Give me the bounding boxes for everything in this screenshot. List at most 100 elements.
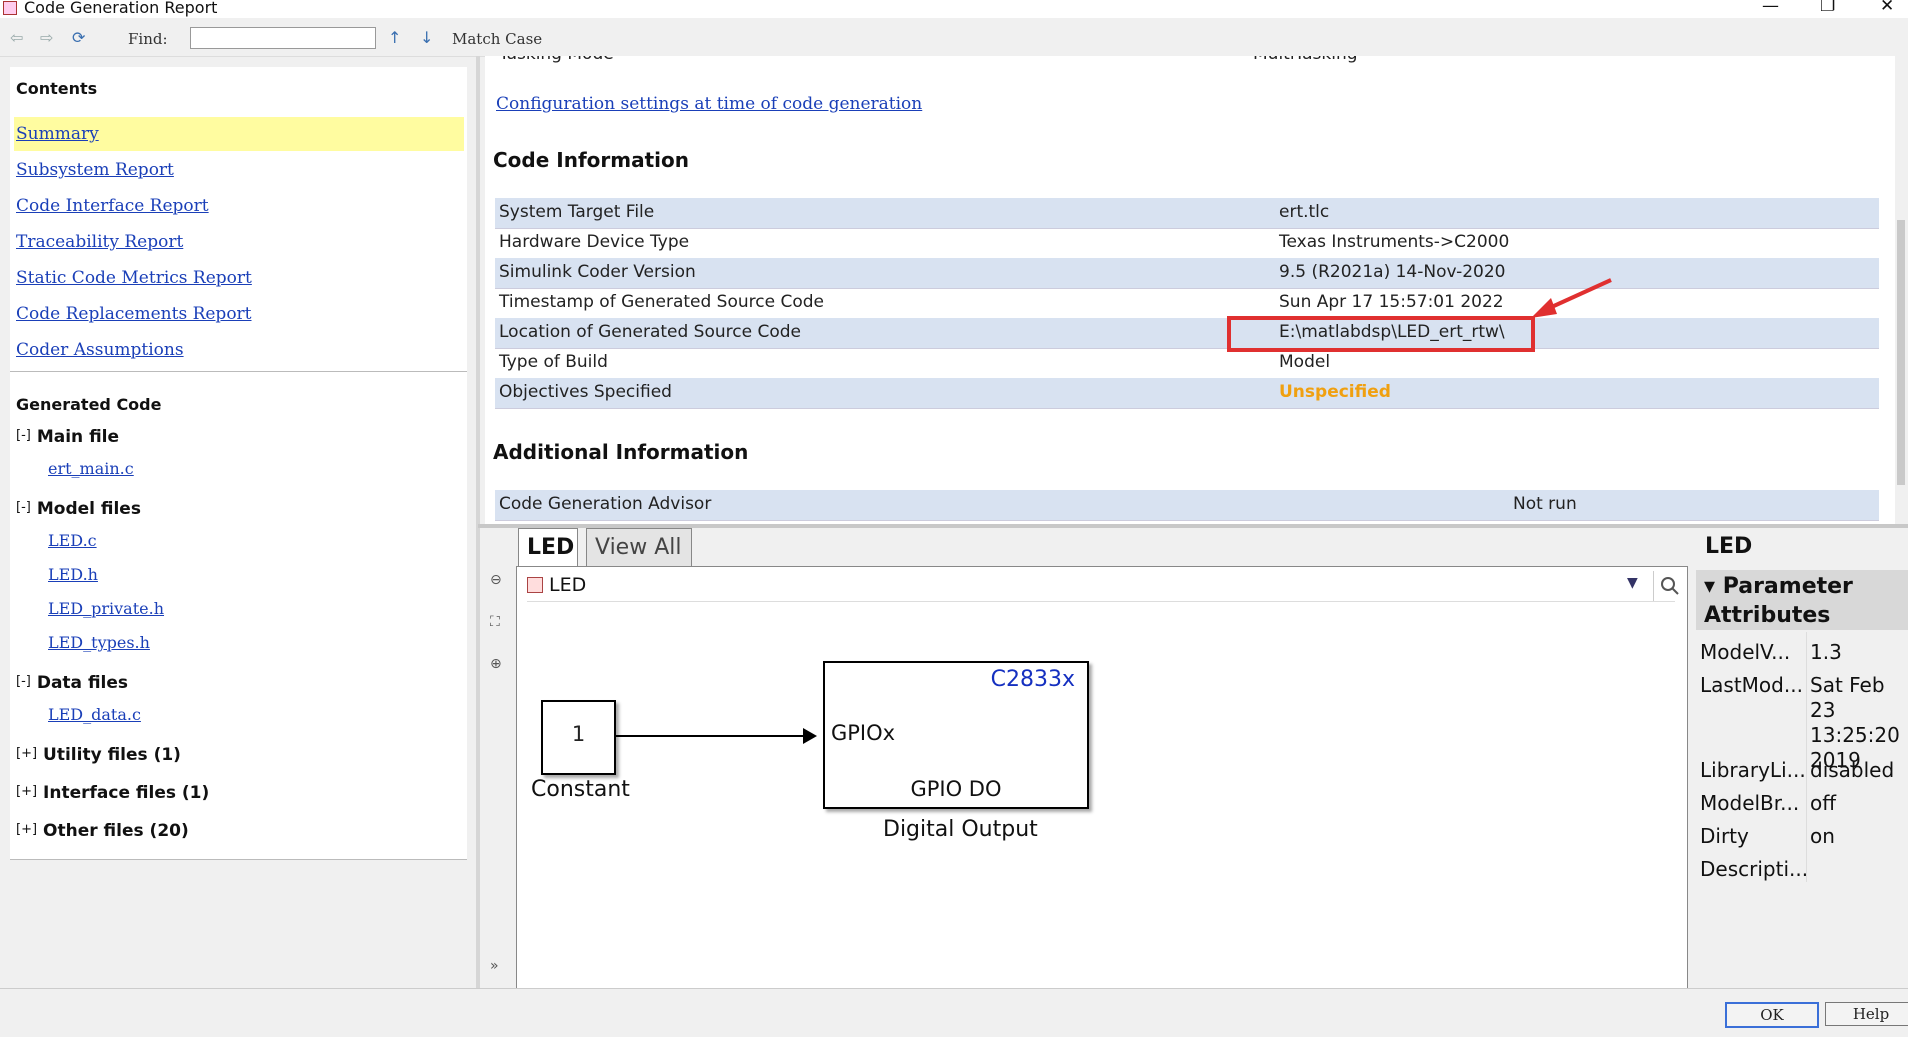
table-row: Simulink Coder Version 9.5 (R2021a) 14-No… bbox=[495, 258, 1879, 289]
utility-files-group[interactable]: [+] Utility files (1) bbox=[16, 745, 181, 765]
file-led-private-h[interactable]: LED_private.h bbox=[48, 599, 164, 618]
inspector-title: LED bbox=[1705, 534, 1753, 559]
nav-coder-assumptions[interactable]: Coder Assumptions bbox=[16, 340, 184, 360]
nav-code-replacements-report[interactable]: Code Replacements Report bbox=[16, 304, 252, 324]
annotation-arrow-icon bbox=[1531, 278, 1612, 318]
collapse-toggle[interactable]: [-] bbox=[16, 500, 31, 515]
row-value: Texas Instruments->C2000 bbox=[1279, 232, 1510, 252]
window-title: Code Generation Report bbox=[24, 0, 218, 17]
maximize-button[interactable]: ❐ bbox=[1820, 0, 1835, 16]
file-led-h[interactable]: LED.h bbox=[48, 565, 98, 584]
tab-view-all[interactable]: View All bbox=[586, 528, 692, 566]
collapse-icon[interactable]: ⊖ bbox=[490, 572, 502, 588]
button-bar bbox=[0, 988, 1908, 1037]
find-next-icon[interactable]: ↓ bbox=[420, 28, 433, 47]
expand-toggle[interactable]: [+] bbox=[16, 746, 37, 761]
section-label: ▾ Parameter Attributes bbox=[1704, 574, 1853, 628]
search-button[interactable] bbox=[1653, 571, 1686, 601]
constant-value: 1 bbox=[571, 722, 586, 746]
find-input[interactable] bbox=[190, 27, 376, 49]
close-button[interactable]: ✕ bbox=[1880, 0, 1894, 16]
nav-summary[interactable]: Summary bbox=[16, 124, 99, 144]
property-value[interactable]: on bbox=[1810, 824, 1835, 849]
zoom-in-icon[interactable]: ⊕ bbox=[490, 656, 502, 672]
row-value: Sun Apr 17 15:57:01 2022 bbox=[1279, 292, 1504, 312]
expand-panel-icon[interactable]: » bbox=[490, 958, 499, 974]
nav-code-interface-report[interactable]: Code Interface Report bbox=[16, 196, 209, 216]
file-led-types-h[interactable]: LED_types.h bbox=[48, 633, 150, 652]
partial-row-key: Tasking Mode bbox=[499, 56, 614, 64]
find-label: Find: bbox=[128, 30, 168, 48]
row-key: System Target File bbox=[499, 202, 655, 222]
code-information-title: Code Information bbox=[493, 148, 689, 172]
row-key: Simulink Coder Version bbox=[499, 262, 696, 282]
main-file-group[interactable]: [-] Main file bbox=[16, 427, 119, 447]
interface-files-group[interactable]: [+] Interface files (1) bbox=[16, 783, 209, 803]
property-key: ModelV... bbox=[1700, 640, 1791, 664]
property-key: Dirty bbox=[1700, 824, 1749, 848]
minimize-button[interactable]: — bbox=[1762, 0, 1779, 16]
expand-toggle[interactable]: [+] bbox=[16, 822, 37, 837]
digital-output-block[interactable]: C2833x GPIOx GPIO DO bbox=[823, 661, 1089, 809]
row-key: Code Generation Advisor bbox=[499, 494, 712, 514]
help-button[interactable]: Help bbox=[1825, 1002, 1908, 1026]
left-pane: Contents Summary Subsystem Report Code I… bbox=[10, 67, 467, 860]
target-tag: C2833x bbox=[990, 667, 1075, 692]
expand-toggle[interactable]: [+] bbox=[16, 784, 37, 799]
property-value[interactable]: disabled bbox=[1810, 758, 1894, 783]
constant-block-name[interactable]: Constant bbox=[531, 777, 630, 802]
group-label: Interface files (1) bbox=[43, 783, 210, 803]
report-pane: Tasking Mode MultiTasking Configuration … bbox=[485, 56, 1895, 524]
model-icon bbox=[527, 577, 543, 593]
model-address-bar[interactable]: LED ▼ bbox=[527, 571, 1679, 602]
file-ert-main-c[interactable]: ert_main.c bbox=[48, 459, 134, 478]
row-value: Not run bbox=[1513, 494, 1577, 514]
refresh-icon[interactable]: ⟳ bbox=[72, 28, 85, 47]
property-key: LastMod... bbox=[1700, 673, 1803, 697]
configuration-settings-link[interactable]: Configuration settings at time of code g… bbox=[496, 94, 922, 114]
file-led-data-c[interactable]: LED_data.c bbox=[48, 705, 141, 724]
horizontal-splitter[interactable] bbox=[478, 524, 1908, 528]
table-row: Objectives Specified Unspecified bbox=[495, 378, 1879, 409]
report-scrollbar-thumb[interactable] bbox=[1897, 220, 1905, 485]
group-label: Other files (20) bbox=[43, 821, 189, 841]
constant-block[interactable]: 1 bbox=[541, 700, 616, 775]
property-value[interactable]: 1.3 bbox=[1810, 640, 1842, 665]
collapse-toggle[interactable]: [-] bbox=[16, 674, 31, 689]
property-key: ModelBr... bbox=[1700, 791, 1800, 815]
tab-led[interactable]: LED bbox=[518, 528, 578, 566]
group-label: Model files bbox=[36, 499, 141, 519]
match-case-option[interactable]: Match Case bbox=[452, 30, 542, 48]
collapse-toggle[interactable]: [-] bbox=[16, 428, 31, 443]
chevron-down-icon[interactable]: ▼ bbox=[1627, 575, 1638, 591]
row-key: Objectives Specified bbox=[499, 382, 672, 402]
nav-static-code-metrics-report[interactable]: Static Code Metrics Report bbox=[16, 268, 252, 288]
property-value[interactable]: off bbox=[1810, 791, 1836, 816]
nav-traceability-report[interactable]: Traceability Report bbox=[16, 232, 183, 252]
row-key: Timestamp of Generated Source Code bbox=[499, 292, 824, 312]
table-row: System Target File ert.tlc bbox=[495, 198, 1879, 229]
group-label: Main file bbox=[36, 427, 120, 447]
nav-subsystem-report[interactable]: Subsystem Report bbox=[16, 160, 174, 180]
table-row: Type of Build Model bbox=[495, 348, 1879, 379]
digital-output-block-name[interactable]: Digital Output bbox=[883, 817, 1038, 842]
generated-code-panel: Generated Code [-] Main file ert_main.c [… bbox=[10, 385, 467, 860]
table-row: Location of Generated Source Code E:\matl… bbox=[495, 318, 1879, 349]
data-files-group[interactable]: [-] Data files bbox=[16, 673, 128, 693]
contents-heading: Contents bbox=[16, 79, 98, 98]
find-previous-icon[interactable]: ↑ bbox=[388, 28, 401, 47]
forward-icon[interactable]: ⇨ bbox=[40, 28, 53, 47]
title-bar: Code Generation Report — ❐ ✕ bbox=[0, 0, 1908, 18]
ok-button[interactable]: OK bbox=[1725, 1002, 1819, 1028]
signal-line[interactable] bbox=[615, 735, 815, 737]
other-files-group[interactable]: [+] Other files (20) bbox=[16, 821, 189, 841]
back-icon[interactable]: ⇦ bbox=[10, 28, 23, 47]
fit-to-view-icon[interactable]: ⛶ bbox=[490, 614, 500, 630]
parameter-attributes-section[interactable]: ▾ Parameter Attributes bbox=[1696, 570, 1908, 630]
diagram-toolbar: ⊖ ⛶ ⊕ » bbox=[480, 528, 512, 988]
search-icon bbox=[1661, 577, 1679, 595]
model-files-group[interactable]: [-] Model files bbox=[16, 499, 141, 519]
row-key: Type of Build bbox=[499, 352, 608, 372]
model-canvas[interactable]: LED ▼ 1 Constant C2833x GPIOx GPIO DO Di… bbox=[516, 566, 1688, 990]
file-led-c[interactable]: LED.c bbox=[48, 531, 97, 550]
